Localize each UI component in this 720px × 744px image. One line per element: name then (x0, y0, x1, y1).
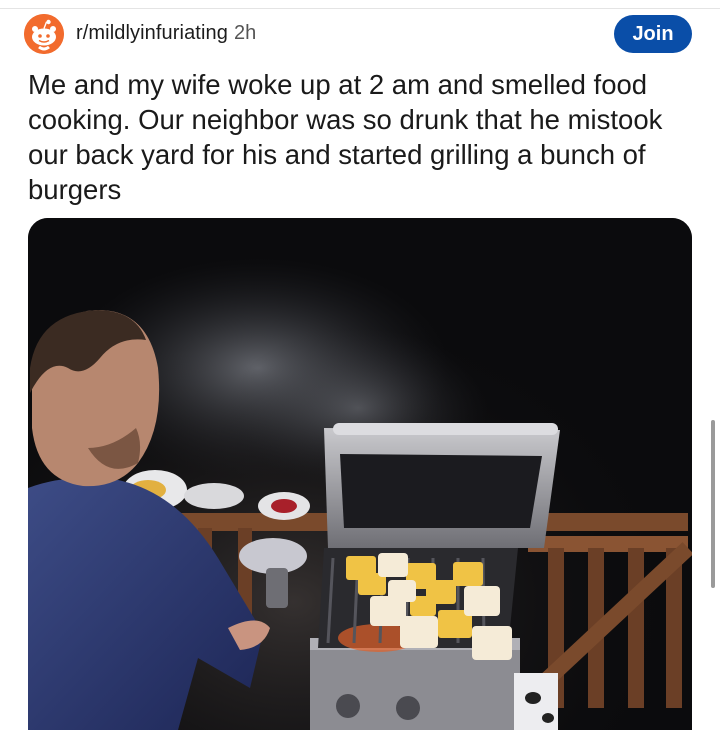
join-button[interactable]: Join (614, 15, 692, 53)
top-divider (0, 8, 720, 9)
scrollbar[interactable] (711, 420, 715, 588)
post-image[interactable] (28, 218, 692, 730)
reddit-snoo-icon (24, 14, 64, 54)
post-time: 2h (233, 22, 257, 44)
subreddit-name[interactable]: r/mildlyinfuriating (76, 22, 228, 44)
subreddit-avatar[interactable] (24, 14, 64, 54)
post-header: r/mildlyinfuriating 2h Join (24, 14, 696, 54)
subreddit-meta: r/mildlyinfuriating 2h (76, 22, 256, 45)
post-title[interactable]: Me and my wife woke up at 2 am and smell… (28, 67, 688, 207)
grill-scene-image (28, 218, 692, 730)
